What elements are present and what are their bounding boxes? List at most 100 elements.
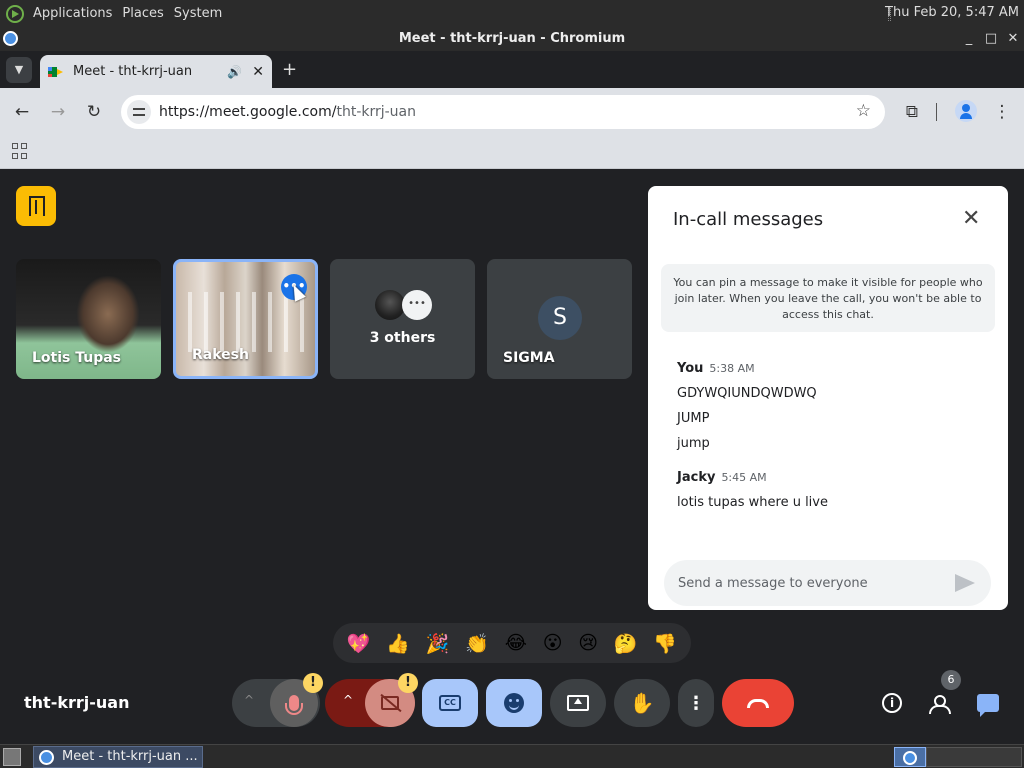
forward-icon[interactable]: → [46,100,70,124]
more-vert-icon: ⋮ [687,692,705,714]
close-icon[interactable]: ✕ [962,206,980,231]
message-text: JUMP [677,411,710,426]
speaker-icon[interactable]: 🔊 [227,65,242,79]
people-icon [929,695,951,714]
camera-control-group: ^ ! [325,673,418,727]
browser-toolbar: ← → ↻ https://meet.google.com/tht-krrj-u… [0,88,1024,136]
tab-meet[interactable]: Meet - tht-krrj-uan 🔊 ✕ [40,55,272,88]
people-button[interactable] [926,689,954,717]
participant-tile[interactable]: Lotis Tupas [16,259,161,379]
tab-strip: ▼ Meet - tht-krrj-uan 🔊 ✕ + [0,51,1024,88]
clapping-hands-reaction[interactable]: 👏 [465,632,489,655]
tears-of-joy-reaction[interactable]: 😂 [505,632,527,654]
chat-icon [977,694,999,717]
reload-icon[interactable]: ↻ [82,100,106,124]
send-icon[interactable] [955,574,975,592]
window-titlebar: Meet - tht-krrj-uan - Chromium _ □ ✕ [0,27,1024,51]
camera-off-icon [381,696,399,710]
distro-logo-icon[interactable] [6,4,24,23]
thumbs-down-reaction[interactable]: 👎 [653,632,677,655]
extensions-icon[interactable]: ⧉ [900,100,924,124]
taskbar-window-button[interactable]: Meet - tht-krrj-uan ... [33,746,203,768]
meeting-info-button[interactable]: i [878,689,906,717]
system-menu[interactable]: System [169,6,227,21]
workspace-switcher[interactable] [926,747,1022,767]
tab-search-button[interactable]: ▼ [6,57,32,83]
captions-button[interactable]: CC [422,679,478,727]
participant-tile[interactable]: ••• Rakesh [173,259,318,379]
chromium-icon [903,751,917,765]
window-title: Meet - tht-krrj-uan - Chromium [398,31,626,46]
message-text: jump [677,436,710,451]
applications-menu[interactable]: Applications [28,6,117,21]
back-icon[interactable]: ← [10,100,34,124]
crying-face-reaction[interactable]: 😢 [578,632,598,654]
chromium-icon [39,750,54,765]
people-count-badge: 6 [941,670,961,690]
show-desktop-icon[interactable] [3,748,21,766]
address-bar[interactable]: https://meet.google.com/tht-krrj-uan ☆ [121,95,885,129]
apps-icon[interactable] [12,143,28,159]
workspace-switcher-active[interactable] [894,747,926,767]
participant-tile[interactable]: S SIGMA [487,259,632,379]
bookmarks-bar [0,136,1024,169]
present-screen-icon [567,695,589,711]
emoji-icon [504,693,524,713]
menu-icon[interactable]: ⋮ [990,100,1014,124]
message-input[interactable]: Send a message to everyone [664,560,991,606]
chat-title: In-call messages [673,209,824,230]
info-icon: i [882,693,902,713]
audio-settings-chevron-icon[interactable]: ^ [244,693,254,707]
meeting-details-badge[interactable] [16,186,56,226]
raise-hand-button[interactable]: ✋ [614,679,670,727]
participant-name: Rakesh [192,347,249,363]
party-popper-reaction[interactable]: 🎉 [426,632,450,655]
camera-warning-icon: ! [398,673,418,693]
clock[interactable]: Thu Feb 20, 5:47 AM [885,5,1019,20]
profile-icon[interactable] [955,100,977,122]
meeting-code: tht-krrj-uan [24,693,130,712]
reactions-button[interactable] [486,679,542,727]
participant-name: SIGMA [503,350,555,366]
chat-panel: In-call messages ✕ You can pin a message… [648,186,1008,610]
message-text: GDYWQIUNDQWDWQ [677,386,817,401]
message-sender: You [677,361,704,376]
mic-control-group: ^ ! [232,673,323,727]
mic-warning-icon: ! [303,673,323,693]
chat-notice: You can pin a message to make it visible… [661,264,995,332]
thinking-face-reaction[interactable]: 🤔 [614,632,638,655]
star-icon[interactable]: ☆ [856,101,871,121]
places-menu[interactable]: Places [117,6,168,21]
system-top-panel: Applications Places System Thu Feb 20, 5… [0,0,1024,27]
chat-button[interactable] [974,689,1002,717]
close-tab-icon[interactable]: ✕ [252,64,264,80]
message-sender: Jacky [677,470,716,485]
google-meet-icon [48,65,64,79]
new-tab-icon[interactable]: + [282,59,297,80]
avatar: S [538,296,582,340]
others-label: 3 others [369,330,436,346]
close-window-button[interactable]: ✕ [1006,27,1020,51]
window-controls: _ □ ✕ [962,27,1020,51]
others-tile[interactable]: ••• 3 others [330,259,475,379]
reactions-bar: 💖 👍 🎉 👏 😂 😮 😢 🤔 👎 [333,623,691,663]
message-text: lotis tupas where u live [677,495,828,510]
leave-call-button[interactable] [722,679,794,727]
message-time: 5:38 AM [709,362,755,375]
video-settings-chevron-icon[interactable]: ^ [343,693,353,707]
taskbar-window-label: Meet - tht-krrj-uan ... [62,749,198,764]
sparkling-heart-reaction[interactable]: 💖 [347,632,371,655]
url-path: tht-krrj-uan [336,104,417,120]
captions-icon: CC [439,695,461,711]
more-options-button[interactable]: ⋮ [678,679,714,727]
present-button[interactable] [550,679,606,727]
site-info-icon[interactable] [127,100,151,124]
avatar: ••• [402,290,432,320]
thumbs-up-reaction[interactable]: 👍 [386,632,410,655]
tab-title: Meet - tht-krrj-uan [73,64,193,79]
meet-main: Lotis Tupas ••• Rakesh ••• 3 others S SI… [0,170,1024,744]
maximize-button[interactable]: □ [984,27,998,51]
surprised-face-reaction[interactable]: 😮 [543,632,563,654]
minimize-button[interactable]: _ [962,27,976,51]
avatar [375,290,405,320]
